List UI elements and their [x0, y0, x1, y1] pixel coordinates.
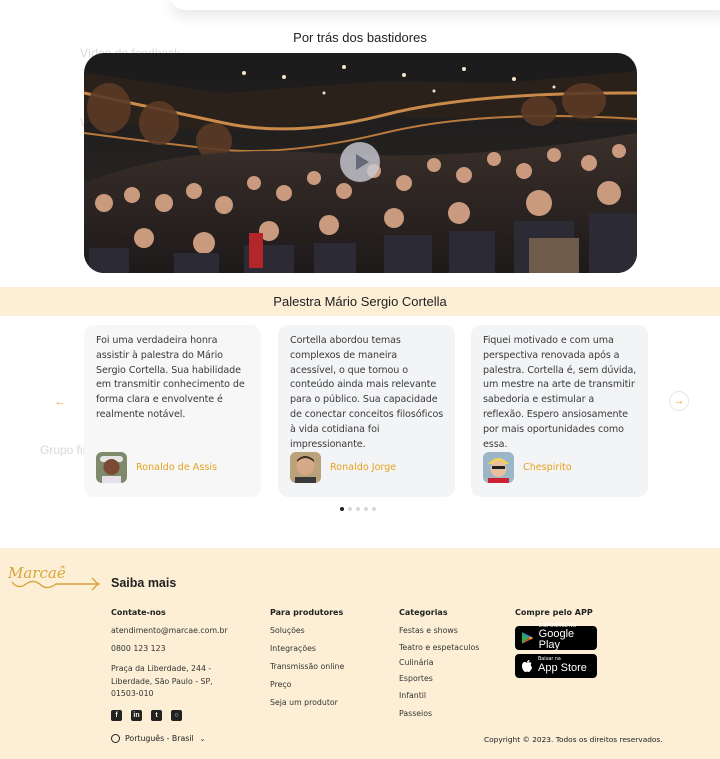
footer-link[interactable]: Integrações	[270, 644, 344, 654]
twitter-icon[interactable]: t	[151, 710, 162, 721]
producers-column: Para produtores Soluções Integrações Tra…	[270, 608, 344, 708]
footer-link[interactable]: Passeios	[399, 709, 479, 719]
avatar	[96, 452, 127, 483]
footer-link[interactable]: Culinária	[399, 658, 479, 668]
footer-link[interactable]: Soluções	[270, 626, 344, 636]
instagram-icon[interactable]: ○	[171, 710, 182, 721]
testimonial-card: Fiquei motivado e com uma perspectiva re…	[471, 325, 648, 497]
address-line: Liberdade, São Paulo - SP,	[111, 676, 213, 686]
categories-title: Categorias	[399, 608, 448, 617]
footer-link[interactable]: Teatro e espetaculos	[399, 643, 479, 653]
arrow-left-icon: ←	[54, 396, 66, 408]
linkedin-icon[interactable]: in	[131, 710, 142, 721]
marcae-logo[interactable]: Marcaê	[7, 560, 104, 599]
app-column: Compre pelo APP DISPONÍVEL NO Google Pla…	[515, 608, 597, 682]
arrow-right-icon: →	[673, 395, 685, 407]
app-store-button[interactable]: Baixar na App Store	[515, 654, 597, 678]
behind-scenes-video[interactable]	[84, 53, 637, 273]
contact-email[interactable]: atendimento@marcae.com.br	[111, 626, 241, 636]
header-shadow	[170, 0, 720, 10]
footer-link[interactable]: Seja um produtor	[270, 698, 344, 708]
testimonial-author: Ronaldo Jorge	[290, 452, 396, 483]
facebook-icon[interactable]: f	[111, 710, 122, 721]
avatar	[290, 452, 321, 483]
contact-phone[interactable]: 0800 123 123	[111, 644, 241, 654]
google-play-label: Google Play	[538, 628, 575, 652]
play-button[interactable]	[340, 142, 380, 182]
testimonial-text: Fiquei motivado e com uma perspectiva re…	[483, 335, 637, 450]
behind-scenes-title: Por trás dos bastidores	[293, 30, 427, 45]
globe-icon	[111, 734, 120, 743]
footer-heading: Saiba mais	[111, 576, 177, 590]
svg-text:Marcaê: Marcaê	[8, 564, 66, 582]
carousel-dot[interactable]	[340, 507, 344, 511]
address-line: Praça da Liberdade, 244 -	[111, 664, 212, 673]
testimonial-card: Cortella abordou temas complexos de mane…	[278, 325, 455, 497]
producers-title: Para produtores	[270, 608, 344, 617]
carousel-dots	[340, 507, 376, 511]
carousel-prev-button[interactable]: ←	[52, 394, 68, 410]
footer-link[interactable]: Esportes	[399, 674, 479, 684]
testimonial-author: Chespirito	[483, 452, 572, 483]
app-title: Compre pelo APP	[515, 608, 593, 617]
carousel-dot[interactable]	[356, 507, 360, 511]
carousel-dot[interactable]	[348, 507, 352, 511]
language-selector[interactable]: Português - Brasil ⌄	[111, 734, 206, 743]
carousel-dot[interactable]	[364, 507, 368, 511]
google-play-button[interactable]: DISPONÍVEL NO Google Play	[515, 624, 597, 652]
footer-link[interactable]: Preço	[270, 680, 344, 690]
footer-link[interactable]: Transmissão online	[270, 662, 344, 672]
author-name: Ronaldo de Assis	[136, 462, 218, 473]
copyright-text: Copyright © 2023. Todos os direitos rese…	[484, 735, 663, 744]
app-store-label: App Store	[538, 661, 587, 674]
language-label: Português - Brasil	[125, 734, 194, 743]
testimonial-text: Foi uma verdadeira honra assistir à pale…	[96, 335, 245, 420]
author-name: Chespirito	[523, 462, 572, 473]
avatar	[483, 452, 514, 483]
footer-link[interactable]: Infantil	[399, 691, 479, 701]
carousel-dot[interactable]	[372, 507, 376, 511]
testimonial-text: Cortella abordou temas complexos de mane…	[290, 335, 444, 450]
contact-title: Contate-nos	[111, 608, 166, 617]
footer: Marcaê Saiba mais Contate-nos atendiment…	[0, 548, 720, 759]
testimonial-card: Foi uma verdadeira honra assistir à pale…	[84, 325, 261, 497]
contact-address: Praça da Liberdade, 244 - Liberdade, São…	[111, 663, 241, 701]
testimonials-title: Palestra Mário Sergio Cortella	[0, 287, 720, 316]
footer-link[interactable]: Festas e shows	[399, 626, 479, 636]
play-icon	[355, 154, 369, 170]
google-play-icon	[521, 632, 534, 644]
testimonial-author: Ronaldo de Assis	[96, 452, 217, 483]
chevron-down-icon: ⌄	[199, 734, 206, 743]
carousel-next-button[interactable]: →	[669, 391, 689, 411]
apple-icon	[522, 660, 532, 672]
social-links: f in t ○	[111, 710, 182, 721]
contact-column: Contate-nos atendimento@marcae.com.br 08…	[111, 608, 241, 701]
author-name: Ronaldo Jorge	[330, 462, 397, 473]
address-line: 01503-010	[111, 689, 154, 698]
categories-column: Categorias Festas e shows Teatro e espet…	[399, 608, 479, 719]
